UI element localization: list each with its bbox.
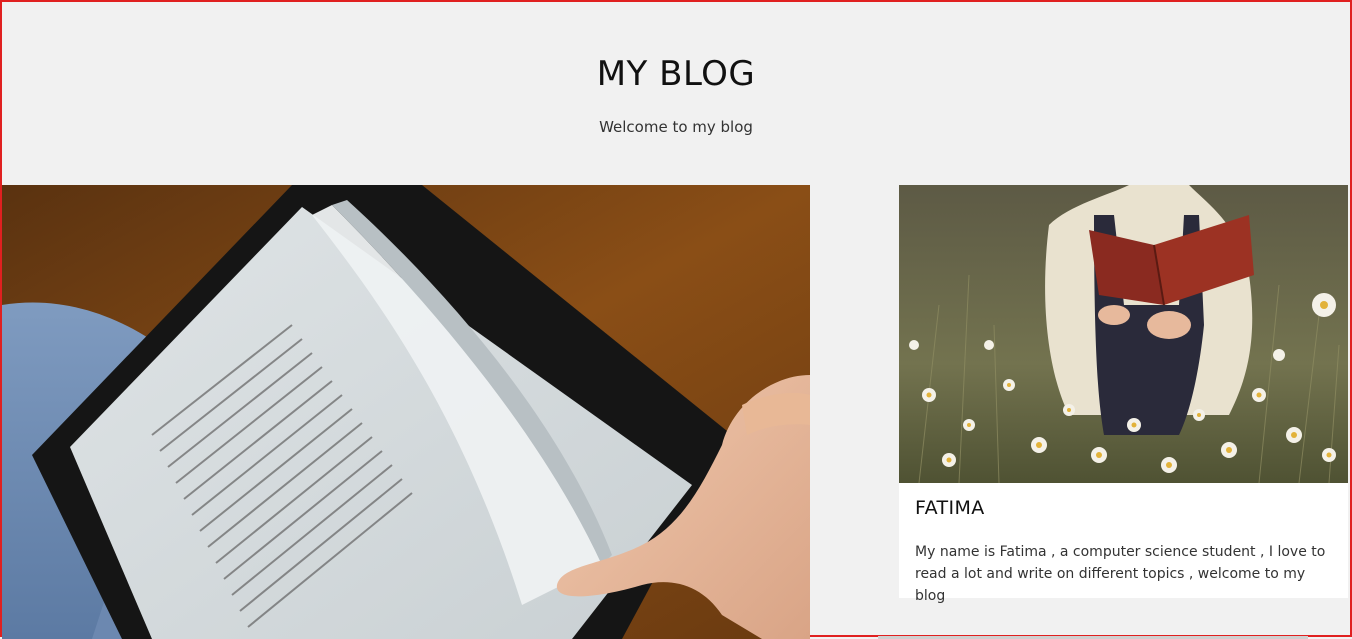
woman-reading-in-flower-field-image (899, 185, 1348, 483)
site-header: MY BLOG Welcome to my blog (2, 2, 1350, 182)
profile-image (899, 185, 1348, 483)
tablet-reading-image (2, 185, 810, 639)
page-subtitle: Welcome to my blog (599, 118, 753, 136)
hero-image (2, 185, 810, 639)
profile-card-body: FATIMA My name is Fatima , a computer sc… (899, 483, 1348, 607)
profile-name: FATIMA (915, 497, 985, 519)
page-title: MY BLOG (596, 54, 756, 94)
profile-card: FATIMA My name is Fatima , a computer sc… (899, 185, 1348, 604)
profile-bio: My name is Fatima , a computer science s… (915, 544, 1326, 604)
